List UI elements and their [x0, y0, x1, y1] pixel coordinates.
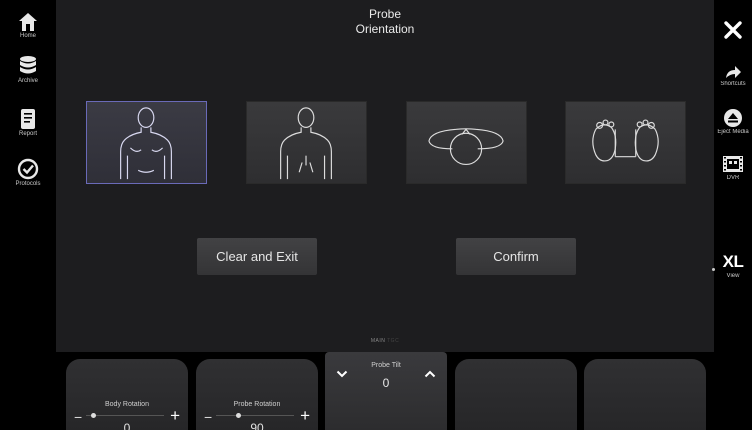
right-sidebar: Shortcuts Eject Media DVR XL View: [712, 0, 752, 430]
nav-protocols[interactable]: Protocols: [0, 158, 56, 187]
orientation-head-top[interactable]: [406, 101, 527, 184]
probe-tilt-knob[interactable]: Probe Tilt 0: [325, 352, 447, 430]
dvr-label: DVR: [726, 175, 740, 181]
clear-and-exit-button[interactable]: Clear and Exit: [197, 238, 317, 275]
shortcuts-label: Shortcuts: [720, 81, 746, 87]
view-button[interactable]: XL View: [714, 252, 752, 279]
knob-bar: Body Rotation − + 0 Probe Rotation − + 9…: [56, 352, 714, 430]
probe-orientation-panel: Probe Orientation Clear and Exit Confirm…: [56, 0, 714, 352]
dvr-button[interactable]: DVR: [714, 154, 752, 181]
page-indicator-main: MAIN: [370, 338, 386, 344]
eject-label: Eject Media: [717, 129, 749, 135]
close-button[interactable]: [714, 20, 752, 40]
body-rotation-thumb[interactable]: [90, 413, 96, 418]
title-line-1: Probe: [368, 7, 402, 21]
body-rotation-slider[interactable]: [86, 413, 164, 418]
probe-tilt-value: 0: [382, 376, 390, 390]
probe-rotation-value: 90: [250, 421, 264, 430]
nav-protocols-label: Protocols: [15, 181, 41, 187]
share-arrow-icon: [726, 66, 741, 78]
document-icon: [21, 109, 35, 129]
body-rotation-value: 0: [123, 421, 131, 430]
title-line-2: Orientation: [355, 22, 415, 36]
orientation-body-front[interactable]: [86, 101, 207, 184]
empty-knob-5: [584, 359, 706, 430]
empty-knob-4: [455, 359, 577, 430]
nav-home-label: Home: [19, 33, 36, 39]
body-back-icon: [280, 107, 332, 180]
nav-archive[interactable]: Archive: [0, 55, 56, 84]
page-indicator-tgc: TGC: [387, 338, 400, 344]
probe-rotation-knob[interactable]: Probe Rotation − + 90: [196, 359, 318, 430]
shortcuts-button[interactable]: Shortcuts: [714, 64, 752, 87]
page-title: Probe Orientation: [56, 7, 714, 37]
film-icon: [723, 156, 743, 172]
nav-home[interactable]: Home: [0, 12, 56, 39]
probe-rotation-thumb[interactable]: [235, 413, 241, 418]
head-top-icon: [428, 128, 504, 166]
chevron-up-icon[interactable]: [424, 370, 436, 378]
confirm-button[interactable]: Confirm: [456, 238, 576, 275]
nav-report-label: Report: [18, 131, 37, 137]
body-front-icon: [120, 107, 172, 180]
eject-media-button[interactable]: Eject Media: [714, 108, 752, 135]
feet-sole-icon: [592, 119, 659, 162]
close-icon: [724, 21, 742, 39]
database-icon: [20, 56, 36, 74]
left-sidebar: Home Archive Report Protocols: [0, 0, 56, 430]
body-rotation-knob[interactable]: Body Rotation − + 0: [66, 359, 188, 430]
home-icon: [19, 13, 37, 31]
orientation-body-back[interactable]: [246, 101, 367, 184]
view-label: View: [726, 273, 740, 279]
eject-icon: [724, 109, 742, 127]
probe-tilt-label: Probe Tilt: [371, 362, 401, 369]
nav-report[interactable]: Report: [0, 108, 56, 137]
probe-rotation-slider[interactable]: [216, 413, 294, 418]
orientation-feet-sole[interactable]: [565, 101, 686, 184]
page-indicator: MAIN TGC: [56, 338, 714, 344]
nav-archive-label: Archive: [17, 78, 38, 84]
checkmark-circle-icon: [17, 158, 39, 180]
view-value: XL: [722, 252, 744, 271]
